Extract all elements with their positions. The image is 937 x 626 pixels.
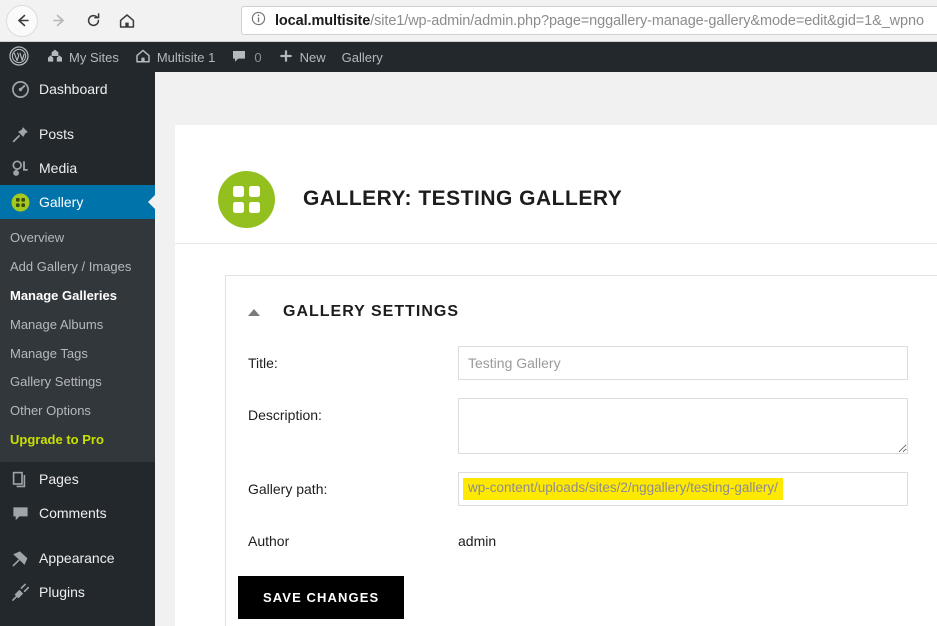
plug-icon — [10, 582, 30, 602]
adminbar-label: New — [299, 49, 326, 65]
page-header: GALLERY: TESTING GALLERY — [175, 125, 937, 243]
home-button[interactable] — [110, 4, 144, 38]
description-textarea[interactable] — [458, 398, 908, 454]
admin-sidebar: Dashboard Posts Media Gallery Overview A… — [0, 72, 155, 626]
adminbar-item-comments[interactable]: 0 — [223, 42, 269, 72]
sidebar-item-label: Dashboard — [39, 81, 108, 97]
gallery-panel: GALLERY: TESTING GALLERY GALLERY SETTING… — [175, 125, 937, 626]
home-icon — [135, 48, 151, 67]
sidebar-item-label: Plugins — [39, 584, 85, 601]
author-label: Author — [248, 533, 290, 549]
comment-bubble-icon — [231, 48, 247, 67]
submenu-item-add-gallery-images[interactable]: Add Gallery / Images — [0, 253, 155, 282]
sidebar-item-label: Gallery — [39, 194, 84, 210]
submenu-item-upgrade-to-pro[interactable]: Upgrade to Pro — [0, 426, 155, 455]
sidebar-item-media[interactable]: Media — [0, 151, 155, 185]
form-row-description: Description: — [226, 398, 937, 454]
form-row-author: Author admin — [226, 524, 937, 549]
sidebar-item-appearance[interactable]: Appearance — [0, 541, 155, 575]
adminbar-label: My Sites — [69, 49, 119, 65]
title-input[interactable] — [458, 346, 908, 380]
main-content: GALLERY: TESTING GALLERY GALLERY SETTING… — [155, 72, 937, 626]
adminbar-item-gallery[interactable]: Gallery — [334, 42, 391, 72]
sidebar-item-label: Pages — [39, 471, 79, 488]
description-label: Description: — [248, 407, 322, 423]
paintbrush-icon — [10, 548, 30, 568]
adminbar-item-my-sites[interactable]: My Sites — [39, 42, 127, 72]
wp-admin-bar: My Sites Multisite 1 0 New Gallery — [0, 42, 937, 72]
gallery-grid-icon — [10, 192, 30, 212]
arrow-left-icon — [14, 12, 31, 29]
sidebar-item-label: Comments — [39, 505, 107, 522]
nextgen-gallery-logo-icon — [218, 170, 275, 228]
reload-button[interactable] — [76, 4, 110, 38]
adminbar-item-new[interactable]: New — [270, 42, 334, 72]
plus-icon — [278, 48, 294, 67]
gallery-path-value: wp-content/uploads/sites/2/nggallery/tes… — [463, 478, 783, 500]
wordpress-logo-button[interactable] — [0, 42, 39, 72]
forward-button[interactable] — [42, 4, 76, 38]
comment-bubble-icon — [10, 503, 30, 523]
arrow-right-icon — [51, 12, 68, 29]
submenu-item-manage-tags[interactable]: Manage Tags — [0, 340, 155, 369]
submenu-item-overview[interactable]: Overview — [0, 224, 155, 253]
active-menu-arrow-icon — [148, 194, 155, 210]
gallery-path-field[interactable]: wp-content/uploads/sites/2/nggallery/tes… — [458, 472, 908, 506]
dashboard-icon — [10, 79, 30, 99]
url-host: local.multisite — [275, 12, 371, 29]
save-changes-button[interactable]: SAVE CHANGES — [238, 576, 405, 619]
info-circle-icon[interactable] — [251, 11, 266, 31]
sidebar-item-plugins[interactable]: Plugins — [0, 575, 155, 609]
network-sites-icon — [47, 48, 63, 67]
reload-icon — [85, 12, 102, 29]
page-title: GALLERY: TESTING GALLERY — [303, 187, 623, 210]
sidebar-item-pages[interactable]: Pages — [0, 462, 155, 496]
sidebar-item-gallery[interactable]: Gallery — [0, 185, 155, 219]
home-icon — [118, 12, 136, 30]
sidebar-item-label: Appearance — [39, 550, 115, 567]
browser-nav-buttons — [0, 4, 144, 38]
gallery-path-label: Gallery path: — [248, 481, 328, 497]
adminbar-comment-count: 0 — [254, 49, 262, 65]
settings-section-title: GALLERY SETTINGS — [283, 303, 460, 320]
media-icon — [10, 158, 30, 178]
submenu-item-manage-galleries[interactable]: Manage Galleries — [0, 282, 155, 311]
gallery-settings-box: GALLERY SETTINGS Title: Description: Gal… — [225, 275, 937, 626]
save-row: SAVE CHANGES — [226, 549, 937, 626]
title-label: Title: — [248, 355, 278, 371]
url-path: /site1/wp-admin/admin.php?page=nggallery… — [370, 12, 924, 29]
author-value: admin — [458, 533, 497, 549]
sidebar-item-posts[interactable]: Posts — [0, 117, 155, 151]
adminbar-item-site-name[interactable]: Multisite 1 — [127, 42, 224, 72]
pin-icon — [10, 124, 30, 144]
browser-toolbar: local.multisite/site1/wp-admin/admin.php… — [0, 0, 937, 42]
sidebar-item-comments[interactable]: Comments — [0, 496, 155, 530]
back-button[interactable] — [6, 4, 38, 37]
adminbar-label: Gallery — [341, 49, 383, 65]
form-row-title: Title: — [226, 346, 937, 380]
settings-section-header[interactable]: GALLERY SETTINGS — [226, 276, 937, 328]
url-bar[interactable]: local.multisite/site1/wp-admin/admin.php… — [241, 6, 937, 35]
form-row-gallery-path: Gallery path: wp-content/uploads/sites/2… — [226, 472, 937, 506]
submenu-item-other-options[interactable]: Other Options — [0, 397, 155, 426]
sidebar-item-label: Posts — [39, 126, 75, 142]
submenu-item-manage-albums[interactable]: Manage Albums — [0, 311, 155, 340]
sidebar-item-dashboard[interactable]: Dashboard — [0, 72, 155, 106]
triangle-up-icon[interactable] — [248, 308, 260, 316]
adminbar-label: Multisite 1 — [156, 49, 216, 65]
sidebar-item-label: Media — [39, 160, 78, 176]
header-divider — [175, 243, 937, 244]
submenu-item-gallery-settings[interactable]: Gallery Settings — [0, 368, 155, 397]
wordpress-logo-icon — [9, 45, 29, 69]
gallery-submenu: Overview Add Gallery / Images Manage Gal… — [0, 219, 155, 463]
pages-icon — [10, 469, 30, 489]
